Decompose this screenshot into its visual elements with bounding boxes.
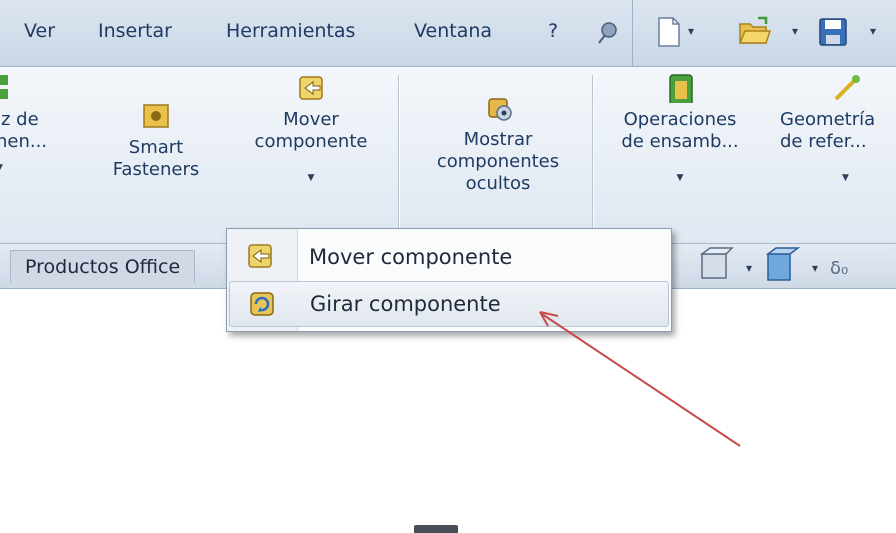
scroll-handle[interactable] bbox=[414, 525, 458, 533]
annotation-arrow bbox=[539, 311, 741, 447]
annotation-arrow-line bbox=[541, 313, 741, 447]
